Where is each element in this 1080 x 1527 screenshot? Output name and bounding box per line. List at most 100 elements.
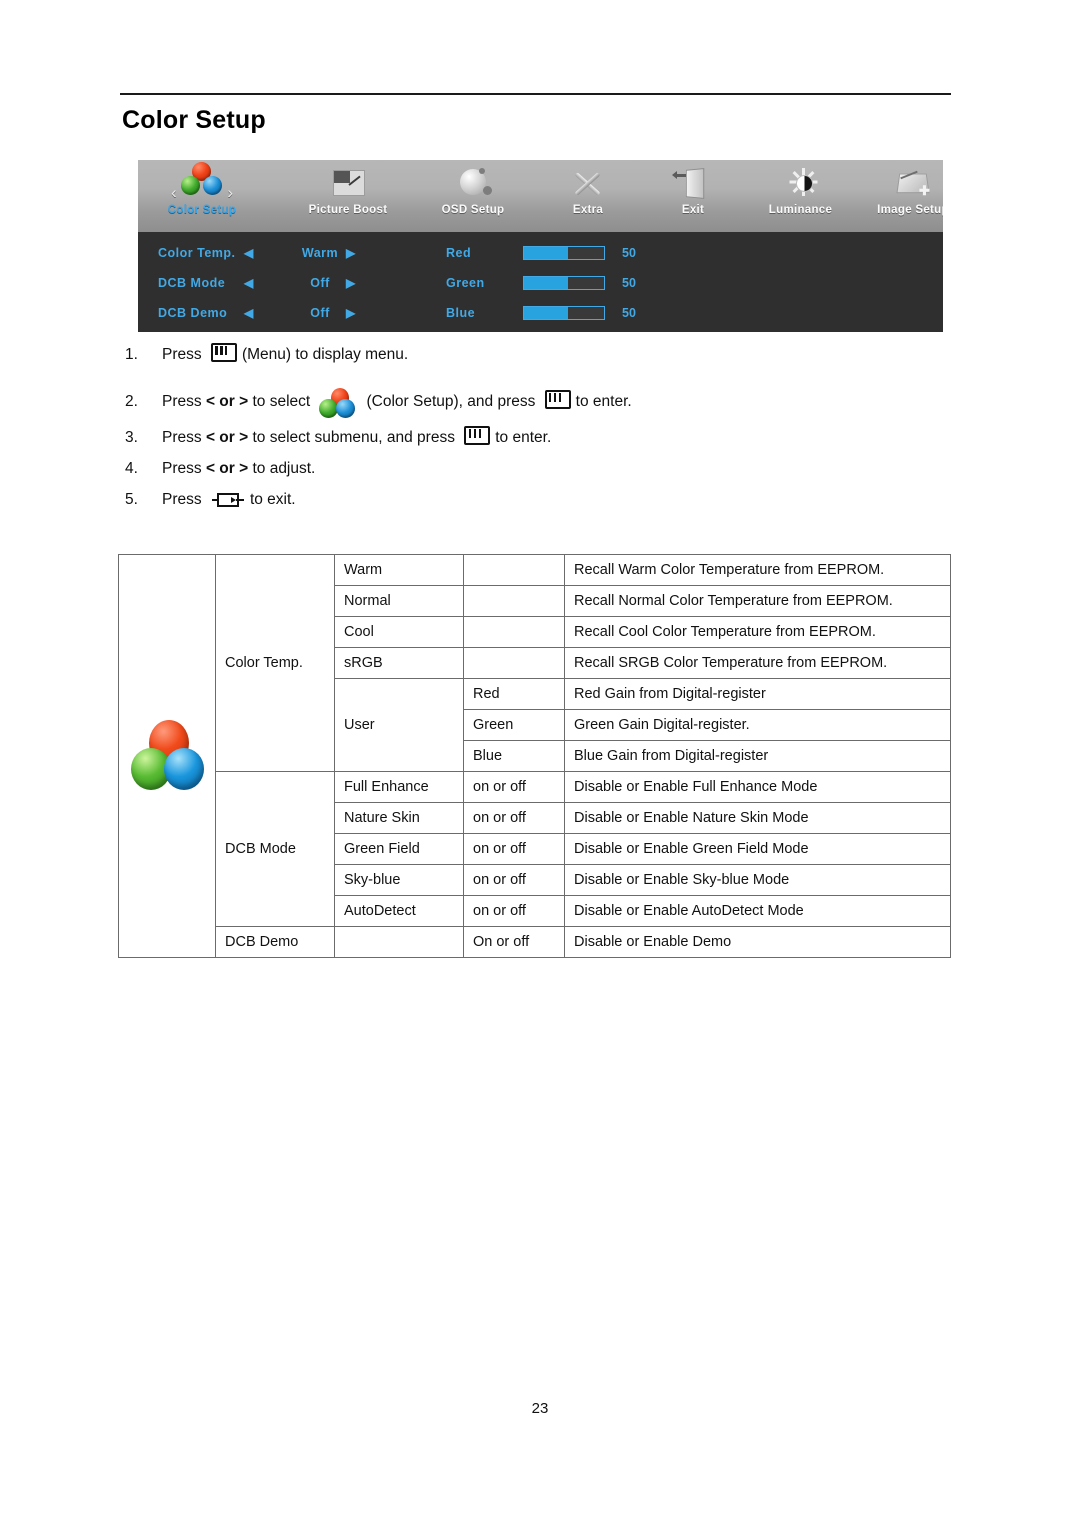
step-text-mid2: (Color Setup), and press xyxy=(366,393,540,410)
osd-item-label: OSD Setup xyxy=(441,204,505,216)
chevron-right-icon[interactable]: › xyxy=(227,184,233,201)
cell-value: on or off xyxy=(463,771,565,803)
cell-desc: Disable or Enable Full Enhance Mode xyxy=(564,771,951,803)
step-text-mid: to adjust. xyxy=(248,460,316,477)
green-ball-icon xyxy=(181,176,200,195)
red-slider[interactable] xyxy=(523,246,605,260)
cell-value: on or off xyxy=(463,833,565,865)
osd-setting-name: Color Temp. xyxy=(158,246,236,260)
cell-desc: Red Gain from Digital-register xyxy=(564,678,951,710)
cell-value: Green xyxy=(463,709,565,741)
osd-item-label: Color Setup xyxy=(167,204,237,216)
instruction-list: 1. Press (Menu) to display menu. 2. Press … xyxy=(122,343,952,520)
osd-item-luminance[interactable]: Luminance xyxy=(743,160,858,232)
exit-door-icon xyxy=(663,162,723,204)
step-text: Press xyxy=(162,393,206,410)
chevron-left-icon[interactable]: ‹ xyxy=(171,184,177,201)
color-setup-table: Color Temp. Warm Recall Warm Color Tempe… xyxy=(118,554,951,958)
step-number: 3. xyxy=(125,429,138,446)
step-number: 4. xyxy=(125,460,138,477)
osd-top-iconbar: ‹ › Color Setup Picture Boost OSD Setup … xyxy=(138,160,943,232)
osd-item-label: Extra xyxy=(572,204,604,216)
osd-setting-row: DCB Mode ◀ Off ▶ Green 50 xyxy=(138,268,943,298)
cell-desc: Recall Warm Color Temperature from EEPRO… xyxy=(564,554,951,586)
cell-group: Color Temp. xyxy=(215,554,335,772)
cell-item: Nature Skin xyxy=(334,802,464,834)
cell-item: AutoDetect xyxy=(334,895,464,927)
cell-value xyxy=(463,554,565,586)
step-text: Press xyxy=(162,429,206,446)
decrease-arrow-icon[interactable]: ◀ xyxy=(244,238,254,268)
decrease-arrow-icon[interactable]: ◀ xyxy=(244,268,254,298)
instruction-step: 2. Press < or > to select (Color Setup), … xyxy=(122,388,952,418)
cell-desc: Disable or Enable Sky-blue Mode xyxy=(564,864,951,896)
osd-setting-name: DCB Demo xyxy=(158,306,228,320)
osd-channel-name: Blue xyxy=(446,306,476,320)
cell-desc: Recall Normal Color Temperature from EEP… xyxy=(564,585,951,617)
cell-group: DCB Mode xyxy=(215,771,335,927)
menu-button-icon xyxy=(464,426,491,445)
cell-value: Blue xyxy=(463,740,565,772)
cell-value: on or off xyxy=(463,864,565,896)
osd-item-label: Image Setup xyxy=(877,204,943,216)
cell-item: Green Field xyxy=(334,833,464,865)
blue-value: 50 xyxy=(622,306,636,320)
osd-item-osd-setup[interactable]: OSD Setup xyxy=(418,160,528,232)
osd-item-extra[interactable]: Extra xyxy=(538,160,638,232)
cell-value: on or off xyxy=(463,895,565,927)
cell-desc: Disable or Enable Green Field Mode xyxy=(564,833,951,865)
osd-item-picture-boost[interactable]: Picture Boost xyxy=(288,160,408,232)
slider-fill xyxy=(524,277,568,289)
cell-desc: Recall Cool Color Temperature from EEPRO… xyxy=(564,616,951,648)
increase-arrow-icon[interactable]: ▶ xyxy=(346,238,356,268)
osd-setup-icon xyxy=(443,162,503,204)
blue-ball-icon xyxy=(164,748,204,790)
cell-desc: Green Gain Digital-register. xyxy=(564,709,951,741)
decrease-arrow-icon[interactable]: ◀ xyxy=(244,298,254,328)
cell-item: Sky-blue xyxy=(334,864,464,896)
picture-boost-icon xyxy=(318,162,378,204)
color-balls-icon: ‹ › xyxy=(171,162,233,204)
step-text: Press xyxy=(162,460,206,477)
cell-desc: Recall SRGB Color Temperature from EEPRO… xyxy=(564,647,951,679)
color-balls-icon xyxy=(118,554,216,958)
menu-button-icon xyxy=(544,390,571,409)
step-text-mid: to select submenu, and press xyxy=(248,429,460,446)
exit-button-icon xyxy=(211,492,244,508)
osd-item-color-setup[interactable]: ‹ › Color Setup xyxy=(146,160,258,232)
cell-item: Cool xyxy=(334,616,464,648)
cell-desc: Disable or Enable Nature Skin Mode xyxy=(564,802,951,834)
slider-fill xyxy=(524,307,568,319)
osd-item-exit[interactable]: Exit xyxy=(643,160,743,232)
table-row: DCB Demo On or off Disable or Enable Dem… xyxy=(119,926,951,958)
cell-item: User xyxy=(334,678,464,772)
blue-ball-icon xyxy=(335,399,355,418)
step-text: Press xyxy=(162,346,206,363)
osd-item-label: Exit xyxy=(681,204,705,216)
green-slider[interactable] xyxy=(523,276,605,290)
osd-item-label: Picture Boost xyxy=(308,204,388,216)
osd-item-image-setup[interactable]: ✚ Image Setup xyxy=(853,160,943,232)
osd-setting-row: DCB Demo ◀ Off ▶ Blue 50 xyxy=(138,298,943,328)
increase-arrow-icon[interactable]: ▶ xyxy=(346,268,356,298)
cell-desc: Blue Gain from Digital-register xyxy=(564,740,951,772)
cell-value xyxy=(463,647,565,679)
cell-item: Full Enhance xyxy=(334,771,464,803)
step-text-tail: to exit. xyxy=(249,491,296,508)
table-row: DCB Mode Full Enhance on or off Disable … xyxy=(119,771,951,927)
extra-tools-icon xyxy=(558,162,618,204)
header-rule xyxy=(120,93,951,95)
green-value: 50 xyxy=(622,276,636,290)
step-number: 5. xyxy=(125,491,138,508)
slider-fill xyxy=(524,247,568,259)
step-number: 2. xyxy=(125,393,138,410)
increase-arrow-icon[interactable]: ▶ xyxy=(346,298,356,328)
osd-item-label: Luminance xyxy=(768,204,833,216)
menu-button-icon xyxy=(210,343,237,362)
osd-settings-body: Color Temp. ◀ Warm ▶ Red 50 DCB Mode ◀ O… xyxy=(138,232,943,332)
blue-slider[interactable] xyxy=(523,306,605,320)
step-text-tail: to enter. xyxy=(575,393,632,410)
step-text: Press xyxy=(162,491,206,508)
cell-value xyxy=(463,616,565,648)
document-page: Color Setup ‹ › Color Setup Picture Boos… xyxy=(0,0,1080,1527)
